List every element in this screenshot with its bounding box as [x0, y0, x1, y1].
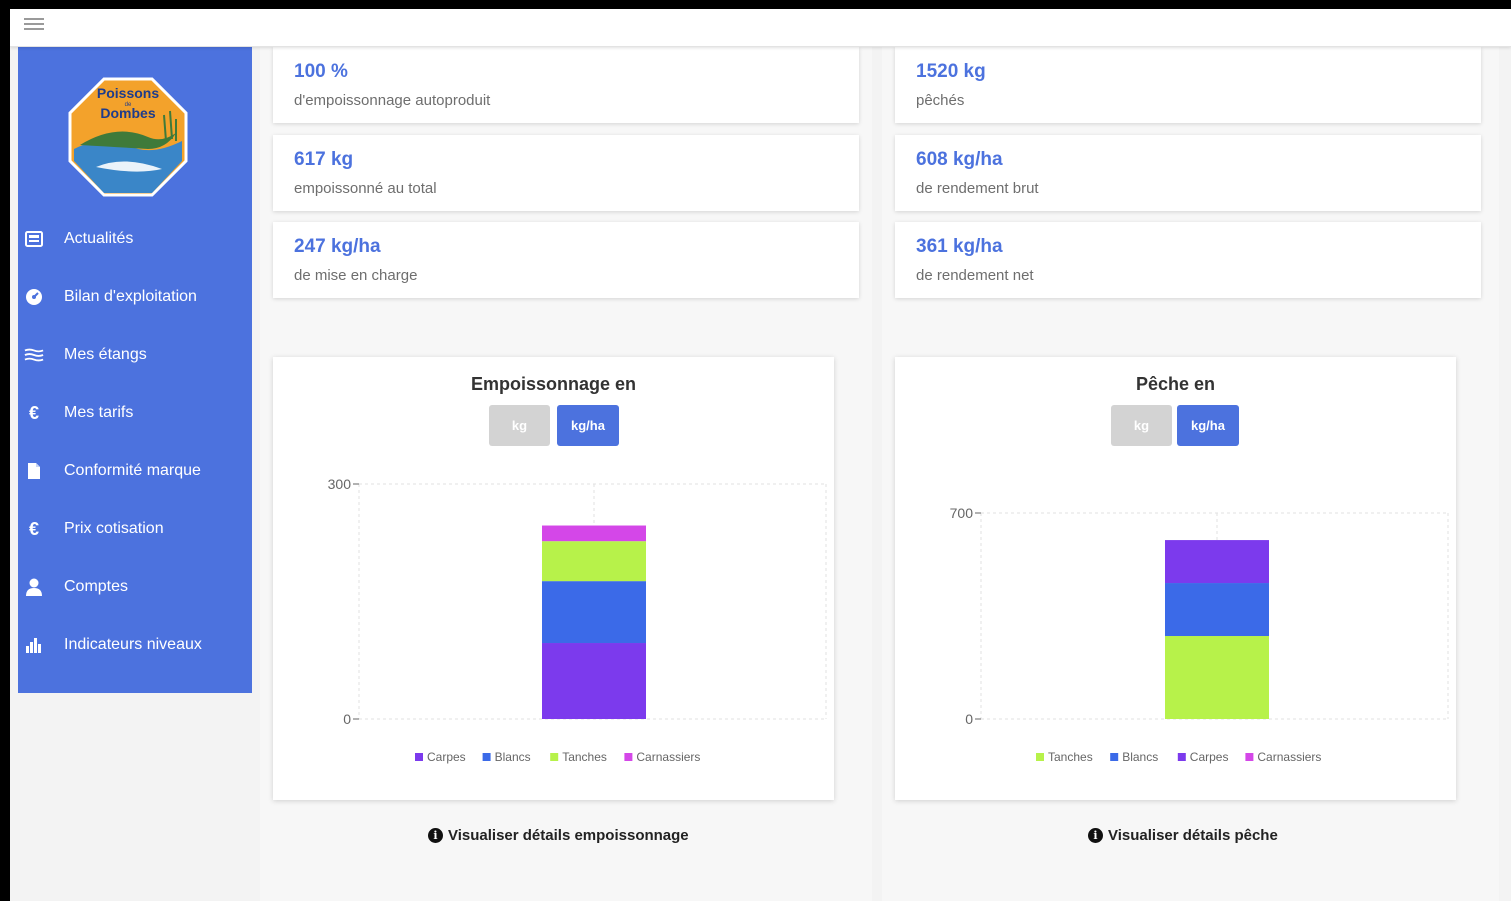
svg-text:Dombes: Dombes	[100, 105, 155, 121]
dashboard-icon	[24, 287, 44, 307]
legend-label: Blancs	[1122, 750, 1158, 764]
legend-label: Carpes	[1190, 750, 1229, 764]
euro-icon: €	[28, 402, 39, 423]
y-tick-label: 700	[950, 505, 974, 521]
stat-label: empoissonné au total	[294, 180, 437, 197]
water-icon	[24, 345, 44, 365]
sidebar-item-indicateurs[interactable]: Indicateurs niveaux	[18, 625, 252, 665]
legend-label: Carnassiers	[636, 750, 700, 764]
details-link-label: Visualiser détails pêche	[1108, 827, 1278, 844]
bar-segment-blancs	[1165, 583, 1269, 637]
stat-label: d'empoissonnage autoproduit	[294, 92, 491, 109]
sidebar-item-label: Mes étangs	[64, 346, 147, 363]
sidebar-item-label: Comptes	[64, 578, 129, 595]
chart-peche: 0 700 Tanches Blancs Carpes Carnassiers	[950, 505, 1449, 764]
sidebar-item-conformite[interactable]: Conformité marque	[18, 451, 252, 491]
app-window: Poissons de Dombes Actualités Bilan d'ex…	[10, 9, 1511, 901]
stat-card-total-empoissonne: 617 kg empoissonné au total	[273, 135, 859, 211]
poissons-de-dombes-logo: Poissons de Dombes	[66, 75, 190, 199]
chart-card-empoissonnage: Empoissonnage en kg kg/ha 0 300 Carpes Blan…	[273, 357, 834, 800]
sidebar-item-label: Indicateurs niveaux	[64, 636, 202, 653]
legend-swatch	[1245, 753, 1254, 761]
legend-label: Carpes	[427, 750, 466, 764]
info-icon: i	[428, 828, 443, 843]
bar-segment-tanches	[542, 541, 646, 582]
legend-swatch	[482, 753, 491, 761]
chart-empoissonnage: 0 300 Carpes Blancs Tanches Carnassiers	[328, 476, 827, 764]
file-icon	[24, 461, 44, 481]
euro-icon: €	[28, 518, 39, 539]
svg-text:Poissons: Poissons	[97, 85, 159, 101]
sidebar-item-label: Prix cotisation	[64, 520, 164, 537]
stat-value: 608 kg/ha	[916, 149, 1003, 170]
stat-value: 617 kg	[294, 149, 354, 170]
bar-segment-carpes	[542, 643, 646, 719]
details-peche-link[interactable]: i Visualiser détails pêche	[1088, 827, 1278, 844]
bar-chart-icon	[24, 635, 44, 655]
stat-value: 100 %	[294, 61, 348, 82]
y-tick-label: 300	[328, 476, 352, 492]
legend-label: Blancs	[495, 750, 531, 764]
stat-value: 361 kg/ha	[916, 236, 1003, 257]
legend-swatch	[1177, 753, 1186, 761]
legend-label: Tanches	[562, 750, 607, 764]
stat-label: de rendement net	[916, 267, 1034, 284]
sidebar-item-bilan[interactable]: Bilan d'exploitation	[18, 277, 252, 317]
info-icon: i	[1088, 828, 1103, 843]
sidebar: Poissons de Dombes Actualités Bilan d'ex…	[18, 47, 252, 693]
user-icon	[24, 577, 44, 597]
bar-segment-carnassiers	[542, 525, 646, 542]
sidebar-item-label: Actualités	[64, 230, 134, 247]
sidebar-item-actualites[interactable]: Actualités	[18, 219, 252, 259]
sidebar-item-etangs[interactable]: Mes étangs	[18, 335, 252, 375]
details-empoissonnage-link[interactable]: i Visualiser détails empoissonnage	[428, 827, 689, 844]
y-tick-label: 0	[965, 711, 973, 727]
sidebar-item-label: Mes tarifs	[64, 404, 134, 421]
legend-swatch	[1036, 753, 1044, 761]
stat-label: pêchés	[916, 92, 965, 109]
bar-segment-blancs	[542, 581, 646, 644]
sidebar-item-label: Bilan d'exploitation	[64, 288, 197, 305]
stat-card-peches: 1520 kg pêchés	[895, 47, 1481, 123]
stat-card-rendement-net: 361 kg/ha de rendement net	[895, 222, 1481, 298]
legend-label: Carnassiers	[1257, 750, 1321, 764]
sidebar-item-label: Conformité marque	[64, 462, 201, 479]
legend-swatch	[624, 753, 633, 761]
y-tick-label: 0	[343, 711, 351, 727]
sidebar-item-comptes[interactable]: Comptes	[18, 567, 252, 607]
sidebar-item-tarifs[interactable]: € Mes tarifs	[18, 393, 252, 433]
stat-card-rendement-brut: 608 kg/ha de rendement brut	[895, 135, 1481, 211]
legend-label: Tanches	[1048, 750, 1093, 764]
chart-card-peche: Pêche en kg kg/ha 0 700 Tanches Blancs Carpe…	[895, 357, 1456, 800]
newspaper-icon	[24, 229, 44, 249]
details-link-label: Visualiser détails empoissonnage	[448, 827, 689, 844]
stat-card-autoproduit: 100 % d'empoissonnage autoproduit	[273, 47, 859, 123]
bar-segment-carpes	[1165, 540, 1269, 584]
legend-swatch	[1110, 753, 1119, 761]
stat-value: 247 kg/ha	[294, 236, 381, 257]
stat-value: 1520 kg	[916, 61, 986, 82]
bar-segment-tanches	[1165, 636, 1269, 719]
stat-label: de mise en charge	[294, 267, 418, 284]
stat-label: de rendement brut	[916, 180, 1039, 197]
sidebar-item-prix-cotisation[interactable]: € Prix cotisation	[18, 509, 252, 549]
hamburger-menu-icon[interactable]	[24, 18, 44, 32]
top-bar	[10, 9, 1511, 47]
legend-swatch	[415, 753, 423, 761]
stat-card-mise-en-charge: 247 kg/ha de mise en charge	[273, 222, 859, 298]
legend-swatch	[550, 753, 559, 761]
